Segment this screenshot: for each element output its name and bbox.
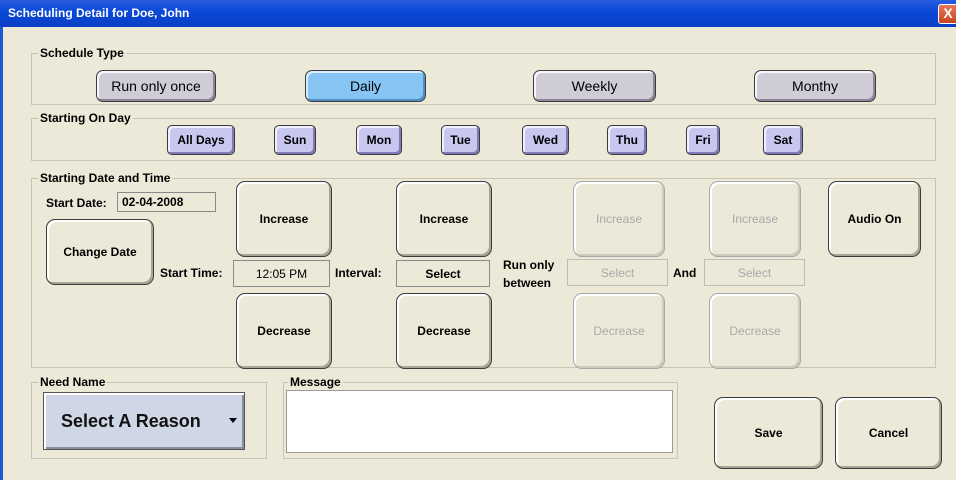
and-label: And — [673, 266, 697, 280]
monthly-button[interactable]: Monthy — [754, 70, 876, 102]
interval-label: Interval: — [335, 266, 382, 280]
between-from-decrease-button[interactable]: Decrease — [573, 293, 665, 369]
day-sat-button[interactable]: Sat — [763, 125, 803, 155]
interval-decrease-button[interactable]: Decrease — [396, 293, 492, 369]
message-textarea[interactable] — [286, 390, 673, 453]
start-time-field[interactable]: 12:05 PM — [233, 260, 330, 287]
day-sun-button[interactable]: Sun — [274, 125, 316, 155]
chevron-down-icon — [229, 418, 237, 423]
day-wed-button[interactable]: Wed — [522, 125, 569, 155]
day-mon-button[interactable]: Mon — [356, 125, 402, 155]
need-name-label: Need Name — [38, 375, 108, 389]
close-icon[interactable]: X — [938, 4, 956, 24]
day-tue-button[interactable]: Tue — [441, 125, 480, 155]
change-date-button[interactable]: Change Date — [46, 219, 154, 285]
between-to-increase-button[interactable]: Increase — [709, 181, 801, 257]
window-title: Scheduling Detail for Doe, John — [8, 6, 190, 20]
starting-date-time-label: Starting Date and Time — [38, 171, 173, 185]
starting-on-day-label: Starting On Day — [38, 111, 133, 125]
between-from-increase-button[interactable]: Increase — [573, 181, 665, 257]
audio-on-button[interactable]: Audio On — [828, 181, 921, 257]
daily-button[interactable]: Daily — [305, 70, 426, 102]
between-from-select[interactable]: Select — [567, 259, 668, 286]
run-only-between-label: Run only between — [503, 258, 555, 290]
start-time-label: Start Time: — [160, 266, 223, 280]
cancel-button[interactable]: Cancel — [835, 397, 942, 469]
need-name-value: Select A Reason — [61, 410, 201, 431]
start-time-increase-button[interactable]: Increase — [236, 181, 332, 257]
run-only-once-button[interactable]: Run only once — [96, 70, 216, 102]
start-date-field: 02-04-2008 — [117, 192, 216, 212]
start-date-label: Start Date: — [46, 196, 107, 210]
day-all-days-button[interactable]: All Days — [167, 125, 235, 155]
message-label: Message — [288, 375, 343, 389]
weekly-button[interactable]: Weekly — [533, 70, 656, 102]
between-to-decrease-button[interactable]: Decrease — [709, 293, 801, 369]
interval-increase-button[interactable]: Increase — [396, 181, 492, 257]
start-time-decrease-button[interactable]: Decrease — [236, 293, 332, 369]
day-thu-button[interactable]: Thu — [607, 125, 647, 155]
between-to-select[interactable]: Select — [704, 259, 805, 286]
schedule-type-label: Schedule Type — [38, 46, 126, 60]
day-fri-button[interactable]: Fri — [686, 125, 720, 155]
interval-select[interactable]: Select — [396, 260, 490, 287]
save-button[interactable]: Save — [714, 397, 823, 469]
need-name-dropdown[interactable]: Select A Reason — [43, 392, 245, 450]
